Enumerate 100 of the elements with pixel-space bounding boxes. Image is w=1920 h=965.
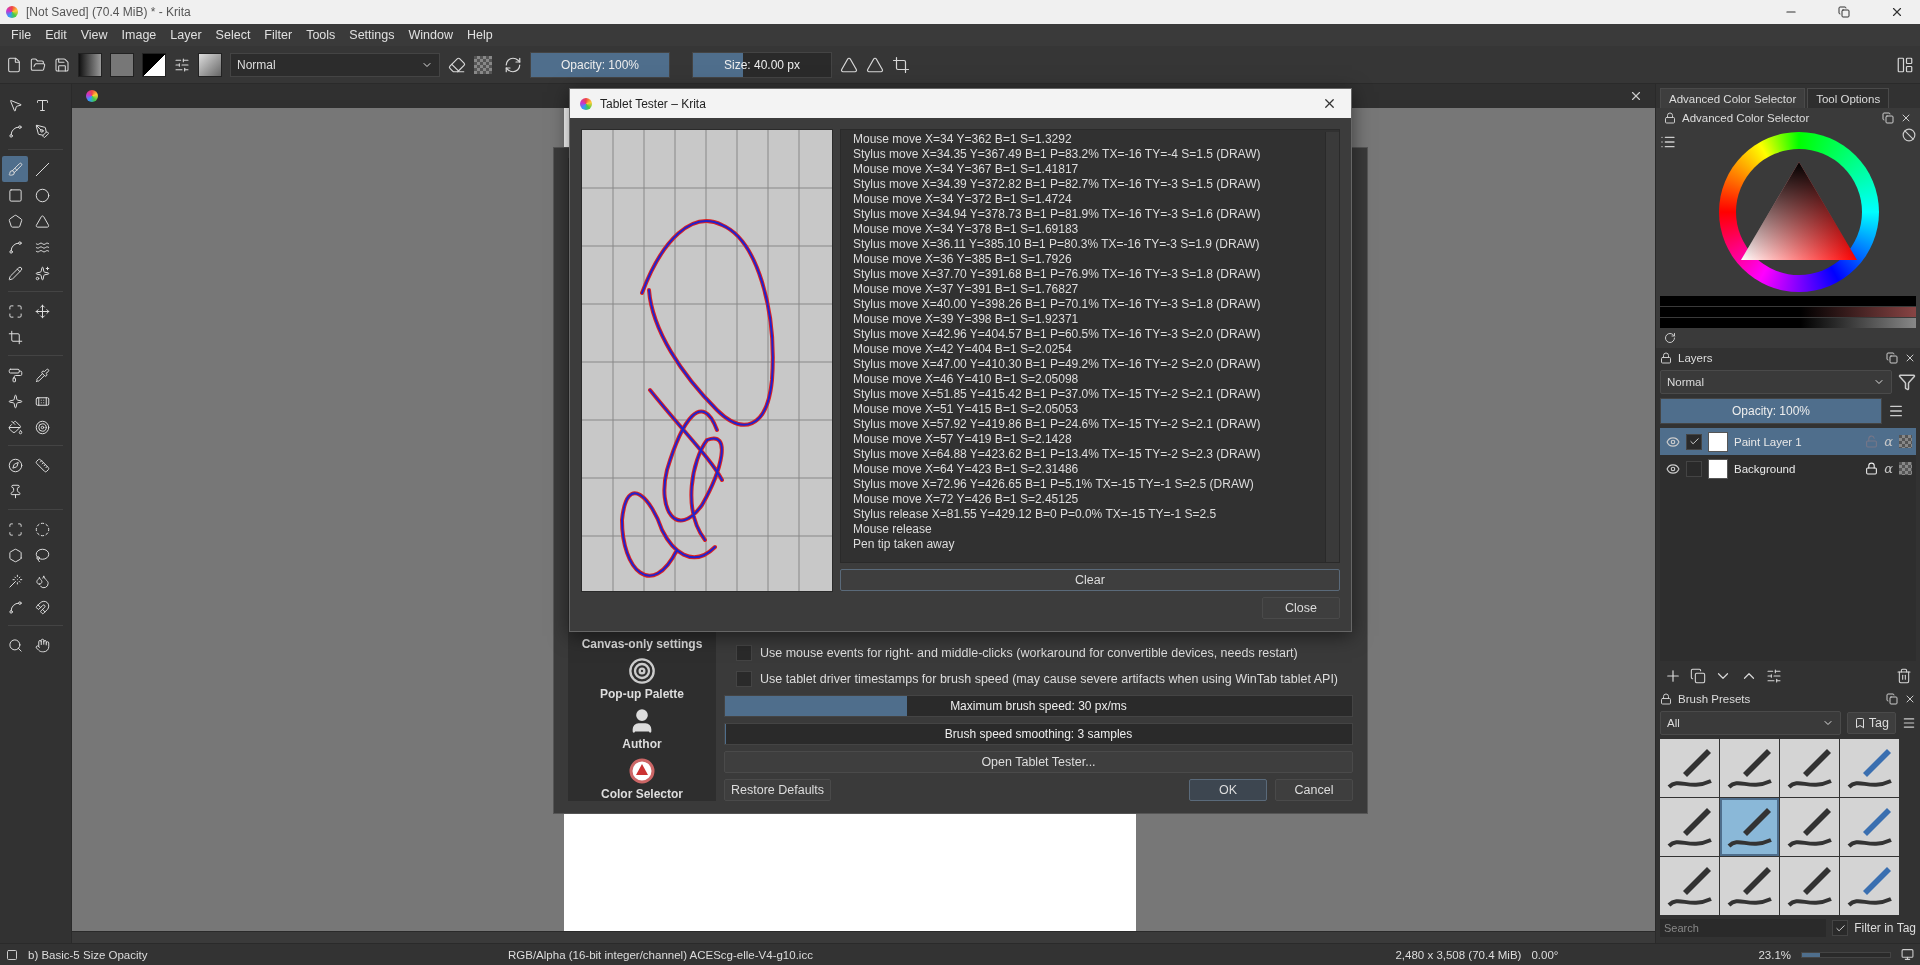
settings-page-item[interactable]: Canvas-only settings (581, 637, 703, 651)
float-icon[interactable] (1886, 693, 1898, 705)
save-icon[interactable] (54, 56, 70, 73)
slider[interactable]: Brush speed smoothing: 3 samples (724, 723, 1353, 745)
layer-row[interactable]: Background α (1660, 455, 1916, 482)
brush-preset-thumbnail[interactable] (1660, 857, 1719, 915)
log-line: Stylus move X=34.94 Y=378.73 B=1 P=81.9% TX=-16 TY=-3 S=1.6 (DRAW) (853, 207, 1262, 222)
menu-item[interactable]: File (4, 28, 39, 42)
brush-icon[interactable] (6, 948, 18, 961)
brush-preset-thumbnail[interactable] (1840, 857, 1899, 915)
zoom-slider[interactable] (1801, 951, 1891, 958)
ok-button[interactable]: OK (1189, 779, 1267, 801)
tool-brush-icon[interactable] (2, 156, 28, 182)
close-document-icon[interactable] (1629, 89, 1643, 103)
eraser-icon[interactable] (448, 55, 466, 74)
drawing-test-area[interactable] (581, 129, 833, 592)
checkbox[interactable] (1832, 920, 1849, 936)
lock-icon[interactable] (1865, 462, 1879, 475)
menu-item[interactable]: Image (114, 28, 164, 42)
properties-icon[interactable] (1766, 668, 1782, 684)
close-icon[interactable] (1900, 112, 1912, 124)
brush-preset-thumbnail[interactable] (1780, 857, 1839, 915)
add-icon[interactable] (1664, 667, 1682, 685)
blend-mode-dropdown[interactable]: Normal (1660, 370, 1892, 394)
close-icon[interactable] (1904, 352, 1916, 364)
float-icon[interactable] (1886, 352, 1898, 364)
alpha-lock-icon[interactable] (474, 55, 492, 74)
brush-preset-thumbnail[interactable] (1720, 857, 1779, 915)
menu-icon[interactable] (1902, 716, 1916, 730)
color-sliders-drawing[interactable] (1660, 296, 1916, 328)
menu-item[interactable]: Help (459, 28, 500, 42)
check-icon (1834, 922, 1846, 934)
float-icon[interactable] (1882, 112, 1894, 124)
restore-defaults-button[interactable]: Restore Defaults (724, 779, 832, 801)
blend-mode-dropdown[interactable]: Normal (230, 52, 440, 77)
search-field[interactable]: Search (1660, 919, 1827, 937)
menu-item[interactable]: Select (208, 28, 258, 42)
layer-checkbox[interactable] (1686, 460, 1702, 477)
slider[interactable]: Opacity: 100% (1660, 398, 1882, 424)
menu-item[interactable]: Settings (342, 28, 402, 42)
brush-preset-thumbnail[interactable] (1660, 739, 1719, 797)
open-folder-icon[interactable] (30, 56, 46, 73)
checkbox[interactable] (736, 645, 752, 661)
brush-preset-thumbnail[interactable] (1840, 739, 1899, 797)
menu-icon[interactable] (1888, 403, 1904, 419)
panel-title: Advanced Color Selector (1682, 112, 1811, 124)
inherit-alpha-toggle[interactable]: α (1884, 461, 1893, 476)
menu-item[interactable]: Layer (163, 28, 209, 42)
lock-icon[interactable] (1664, 112, 1676, 124)
preset-filter-dropdown[interactable]: All (1660, 711, 1841, 735)
slider[interactable]: Opacity: 100% (530, 51, 670, 78)
lock-icon[interactable] (1660, 693, 1672, 705)
brush-preset-thumbnail[interactable] (1660, 798, 1719, 856)
document-tab-icon[interactable] (86, 90, 98, 102)
close-dialog-button[interactable]: Close (1262, 597, 1340, 619)
menu-item[interactable]: Tools (299, 28, 343, 42)
tag-button[interactable]: Tag (1846, 712, 1896, 734)
eye-icon[interactable] (1666, 461, 1680, 476)
layer-checkbox[interactable] (1686, 433, 1702, 450)
brush-preset-thumbnail[interactable] (1780, 739, 1839, 797)
brush-preset-thumbnail[interactable] (1840, 798, 1899, 856)
monitor-icon[interactable] (1901, 948, 1914, 961)
checkbox-label: Use tablet driver timestamps for brush speed (may cause severe artifacts when using WinTab tablet API) (760, 672, 1339, 686)
gradient-swatch[interactable] (78, 52, 102, 77)
clear-button[interactable]: Clear (840, 569, 1340, 591)
brush-preset-thumbnail[interactable] (1720, 798, 1779, 856)
lock-icon[interactable] (1660, 352, 1672, 364)
brush-settings-icon[interactable] (174, 56, 190, 73)
settings-page-item[interactable]: Color Selector (601, 787, 683, 801)
color-swatch[interactable] (142, 52, 166, 77)
menu-item[interactable]: Filter (257, 28, 300, 42)
brush-preset-thumbnail[interactable] (1720, 739, 1779, 797)
slider[interactable]: Maximum brush speed: 30 px/ms (724, 695, 1353, 717)
docker-tab[interactable]: Advanced Color Selector (1660, 88, 1806, 108)
duplicate-icon[interactable] (1690, 668, 1706, 684)
pattern-swatch[interactable] (110, 52, 134, 77)
delete-icon[interactable] (1896, 668, 1912, 684)
menu-item[interactable]: Edit (38, 28, 74, 42)
menu-item[interactable]: View (73, 28, 115, 42)
menu-icon[interactable] (1660, 134, 1676, 150)
filter-icon[interactable] (1898, 373, 1916, 391)
refresh-icon[interactable] (1664, 332, 1676, 344)
no-color-icon[interactable] (1902, 128, 1916, 142)
cancel-button[interactable]: Cancel (1275, 779, 1353, 801)
checkbox[interactable] (736, 671, 752, 687)
log-line: Mouse move X=34 Y=378 B=1 S=1.69183 (853, 222, 1080, 237)
settings-page-item[interactable]: Pop-up Palette (600, 687, 684, 701)
close-icon[interactable] (1904, 693, 1916, 705)
layer-row[interactable]: Paint Layer 1 α (1660, 428, 1916, 455)
window-title: [Not Saved] (70.4 MiB) * - Krita (26, 5, 192, 19)
docker-tab[interactable]: Tool Options (1807, 88, 1890, 108)
new-document-icon[interactable] (6, 56, 22, 73)
brush-preset-thumbnail[interactable] (1780, 798, 1839, 856)
settings-page-item[interactable]: Author (622, 737, 662, 751)
open-tablet-tester-button[interactable]: Open Tablet Tester... (724, 751, 1353, 773)
workspace-icon[interactable] (1896, 55, 1914, 74)
checkbox-label: Use mouse events for right- and middle-clicks (workaround for convertible devices, needs restart) (760, 646, 1298, 660)
brush-preview[interactable] (198, 52, 222, 77)
reload-icon[interactable] (504, 55, 522, 74)
menu-item[interactable]: Window (401, 28, 460, 42)
